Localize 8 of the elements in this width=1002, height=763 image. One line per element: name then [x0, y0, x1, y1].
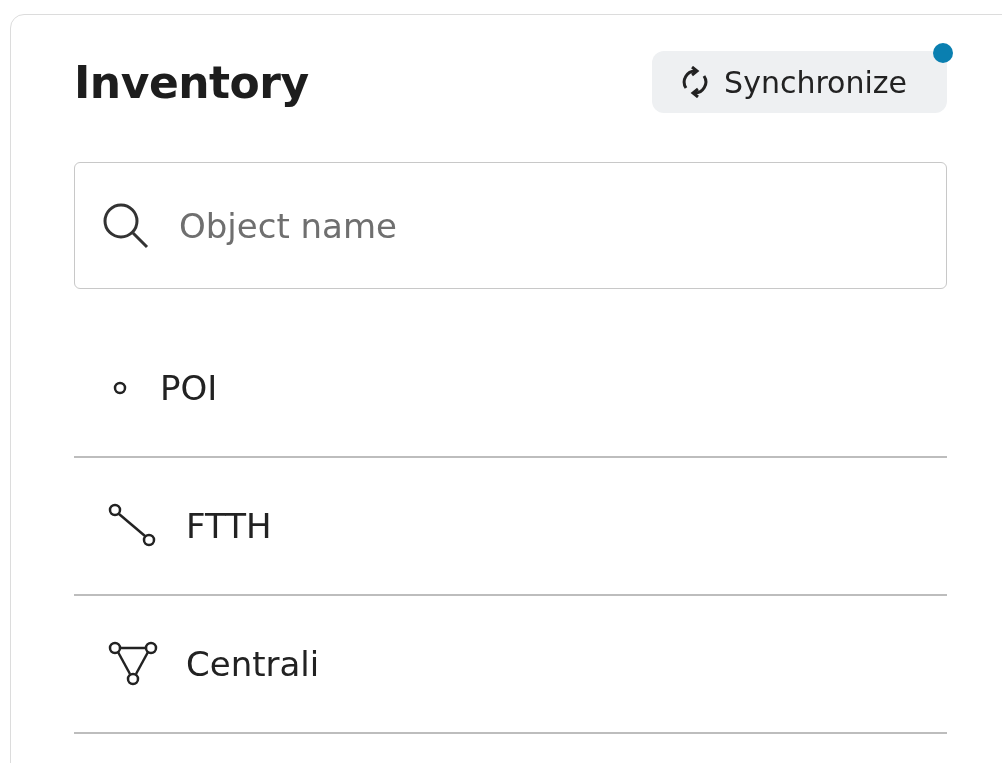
synchronize-button[interactable]: Synchronize [652, 51, 947, 113]
line-segment-icon [108, 503, 158, 549]
search-field[interactable]: Object name [74, 162, 947, 289]
inventory-item[interactable]: Centrali [74, 596, 947, 734]
triangle-nodes-icon [108, 641, 158, 687]
panel-title: Inventory [74, 56, 309, 108]
inventory-item[interactable]: FTTH [74, 458, 947, 596]
inventory-item[interactable]: POI [74, 320, 947, 458]
